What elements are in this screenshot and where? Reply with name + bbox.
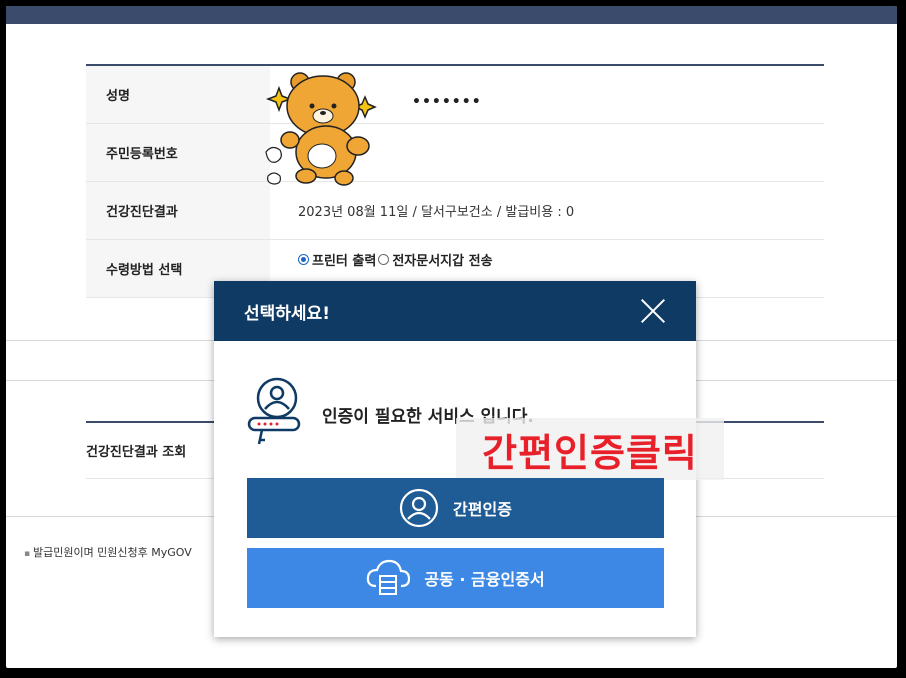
certificate-auth-button[interactable]: 공동 · 금융인증서: [247, 548, 664, 608]
close-icon[interactable]: [640, 298, 666, 324]
notice-text: 발급민원이며 민원신청후 MyGOV: [24, 544, 192, 560]
label-ssn: 주민등록번호: [86, 124, 270, 181]
label-health-result: 건강진단결과: [86, 182, 270, 239]
cloud-server-icon: [367, 559, 411, 595]
overlay-instruction: 간편인증클릭: [456, 418, 724, 480]
ssn-masked: •••••••: [412, 94, 482, 110]
radio-print-label: 프린터 출력: [312, 254, 377, 269]
simple-auth-button[interactable]: 간편인증: [247, 478, 664, 538]
modal-title: 선택하세요!: [244, 303, 330, 324]
simple-auth-label: 간편인증: [453, 500, 512, 519]
bear-sticker: [265, 72, 377, 186]
radio-electronic-label: 전자문서지갑 전송: [392, 254, 493, 269]
value-health-result: 2023년 08월 11일 / 달서구보건소 / 발급비용 : 0: [298, 205, 575, 220]
certificate-icon: [247, 377, 301, 445]
label-name: 성명: [86, 66, 270, 123]
top-bar: [6, 6, 897, 24]
user-auth-icon: [399, 488, 439, 528]
modal-header: 선택하세요!: [214, 281, 696, 341]
radio-print-dot[interactable]: [298, 254, 309, 265]
radio-print[interactable]: 프린터 출력: [298, 250, 376, 269]
row-health-result: 건강진단결과 2023년 08월 11일 / 달서구보건소 / 발급비용 : 0: [86, 182, 824, 240]
radio-electronic[interactable]: 전자문서지갑 전송: [378, 250, 493, 269]
radio-electronic-dot[interactable]: [378, 254, 390, 265]
row-ssn: 주민등록번호: [86, 124, 824, 182]
certificate-auth-label: 공동 · 금융인증서: [424, 570, 545, 589]
window-frame: 성명 주민등록번호 건강진단결과 2023년 08월 11일 / 달서구보건소 …: [6, 6, 897, 668]
auth-modal: 선택하세요! 인증이 필요한 서비스 입니다. 간편인증클릭 간편인증 공동 ·…: [214, 281, 724, 637]
